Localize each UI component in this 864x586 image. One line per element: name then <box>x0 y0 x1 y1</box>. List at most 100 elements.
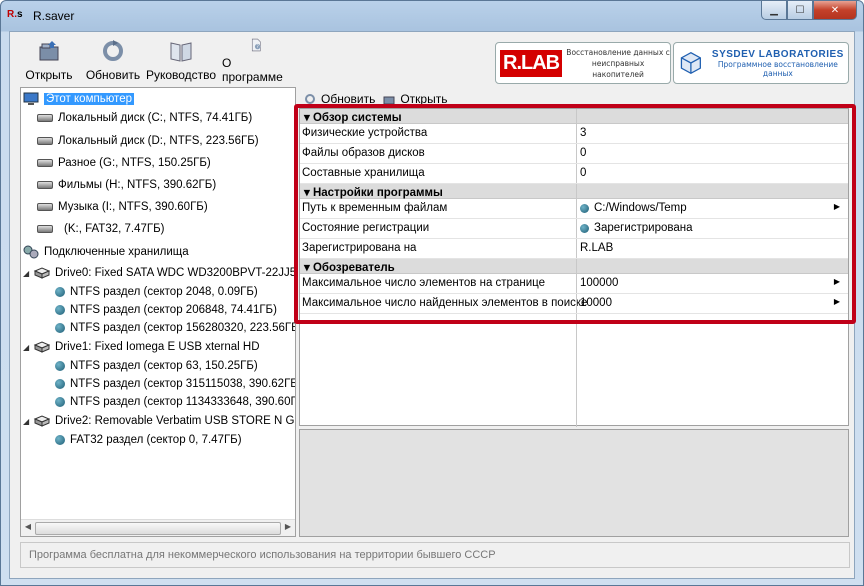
property-row[interactable]: Зарегистрирована на R.LAB <box>300 239 848 259</box>
app-logo-icon: R.s <box>7 9 29 23</box>
svg-text:?: ? <box>257 44 259 50</box>
app-logo-tail: s <box>17 9 23 20</box>
window-controls: ▁ ☐ ✕ <box>761 1 857 21</box>
title-bar[interactable]: R.s R.saver ▁ ☐ ✕ <box>1 1 863 31</box>
tree-item-volume[interactable]: Музыка (I:, NTFS, 390.60ГБ) <box>37 198 208 216</box>
tree-item-volume[interactable]: Локальный диск (C:, NTFS, 74.41ГБ) <box>37 109 252 127</box>
tree-horizontal-scrollbar[interactable]: ◀ ▶ <box>21 519 295 536</box>
minimize-button[interactable]: ▁ <box>761 1 787 20</box>
partition-icon <box>55 305 65 315</box>
tree-item-volume[interactable]: Разное (G:, NTFS, 150.25ГБ) <box>37 154 211 172</box>
property-row[interactable]: Максимальное число найденных элементов в… <box>300 294 848 314</box>
panel-refresh-label: Обновить <box>321 92 376 106</box>
sysdev-subtitle: Программное восстановление данных <box>717 59 838 78</box>
tree-item-partition[interactable]: NTFS раздел (сектор 63, 150.25ГБ) <box>55 357 258 375</box>
tree-item-drive[interactable]: ◢ Drive0: Fixed SATA WDC WD3200BPVT-22JJ… <box>23 264 296 282</box>
property-row[interactable]: Максимальное число элементов на странице… <box>300 274 848 294</box>
panel-refresh-button[interactable]: Обновить <box>304 92 375 106</box>
sysdev-title: SYSDEV LABORATORIES <box>711 48 844 60</box>
rlab-text: Восстановление данных с неисправных нако… <box>566 47 670 80</box>
status-dot-icon <box>580 223 589 233</box>
property-row[interactable]: Путь к временным файлам C:/Windows/Temp ▶ <box>300 199 848 219</box>
tree-item-drive[interactable]: ◢ Drive2: Removable Verbatim USB STORE N… <box>23 412 296 430</box>
tree-item-label: Drive0: Fixed SATA WDC WD3200BPVT-22JJ5T… <box>55 267 296 279</box>
tree-item-volume[interactable]: (K:, FAT32, 7.47ГБ) <box>37 220 165 238</box>
property-row[interactable]: Физические устройства 3 <box>300 124 848 144</box>
tree-item-connected-storage[interactable]: Подключенные хранилища <box>23 243 189 261</box>
partition-icon <box>55 435 65 445</box>
tree-item-volume[interactable]: Фильмы (H:, NTFS, 390.62ГБ) <box>37 176 216 194</box>
tree-item-partition[interactable]: NTFS раздел (сектор 206848, 74.41ГБ) <box>55 301 277 319</box>
tree-item-partition[interactable]: NTFS раздел (сектор 315115038, 390.62ГБ) <box>55 375 295 393</box>
category-system-overview[interactable]: ▾ Обзор системы <box>300 109 848 124</box>
app-window: R.s R.saver ▁ ☐ ✕ Открыть Обновить Руков… <box>0 0 864 586</box>
expand-arrow-icon[interactable]: ▶ <box>834 277 840 286</box>
device-tree[interactable]: Этот компьютер Локальный диск (C:, NTFS,… <box>20 87 296 537</box>
property-value: 3 <box>580 127 587 139</box>
disk-icon <box>37 203 53 211</box>
hard-drive-icon <box>33 267 50 279</box>
property-row[interactable]: Составные хранилища 0 <box>300 164 848 184</box>
manual-button[interactable]: Руководство <box>146 38 216 84</box>
refresh-icon <box>305 94 315 104</box>
tree-item-this-computer[interactable]: Этот компьютер <box>23 90 134 108</box>
property-grid[interactable]: ▾ Обзор системы Физические устройства 3 Ф… <box>299 108 849 427</box>
refresh-button[interactable]: Обновить <box>85 38 141 84</box>
rlab-logo-rest: LAB <box>521 51 560 74</box>
tree-item-partition[interactable]: FAT32 раздел (сектор 0, 7.47ГБ) <box>55 431 242 449</box>
tree-item-drive[interactable]: ◢ Drive1: Fixed Iomega E USB xternal HD <box>23 338 260 356</box>
open-button-label: Открыть <box>25 68 73 82</box>
refresh-icon <box>103 40 123 61</box>
tree-item-partition[interactable]: NTFS раздел (сектор 1134333648, 390.60ГБ… <box>55 393 295 411</box>
partition-icon <box>55 323 65 333</box>
property-row[interactable]: Файлы образов дисков 0 <box>300 144 848 164</box>
scroll-thumb[interactable] <box>35 522 281 535</box>
scroll-left-icon[interactable]: ◀ <box>21 522 35 534</box>
property-value: R.LAB <box>580 242 614 254</box>
tree-item-partition[interactable]: NTFS раздел (сектор 2048, 0.09ГБ) <box>55 283 258 301</box>
about-document-icon: ? <box>251 38 261 52</box>
property-name: Максимальное число элементов на странице <box>302 277 545 289</box>
disk-icon <box>37 225 53 233</box>
property-value-text: C:/Windows/Temp <box>594 202 687 214</box>
panel-open-label: Открыть <box>400 92 448 106</box>
property-value: C:/Windows/Temp <box>580 202 687 214</box>
panel-open-button[interactable]: Открыть <box>383 92 447 106</box>
property-name: Физические устройства <box>302 127 428 139</box>
tree-item-partition[interactable]: NTFS раздел (сектор 156280320, 223.56ГБ) <box>55 319 295 337</box>
open-folder-icon <box>39 41 59 61</box>
refresh-button-label: Обновить <box>85 68 141 82</box>
open-button[interactable]: Открыть <box>24 38 74 84</box>
sysdev-banner[interactable]: SYSDEV LABORATORIES Программное восстано… <box>673 42 849 84</box>
property-value: 0 <box>580 147 587 159</box>
maximize-button[interactable]: ☐ <box>787 1 813 20</box>
disk-icon <box>37 181 53 189</box>
property-name: Составные хранилища <box>302 167 425 179</box>
sysdev-text: SYSDEV LABORATORIES Программное восстано… <box>708 49 848 78</box>
expand-arrow-icon[interactable]: ▶ <box>834 297 840 306</box>
status-bar: Программа бесплатна для некоммерческого … <box>20 542 850 568</box>
about-button[interactable]: ? О программе <box>222 38 290 84</box>
category-program-settings[interactable]: ▾ Настройки программы <box>300 184 848 199</box>
close-button[interactable]: ✕ <box>813 1 857 20</box>
expand-arrow-icon[interactable]: ◢ <box>23 343 33 352</box>
tree-item-label: Drive2: Removable Verbatim USB STORE N G… <box>55 415 296 427</box>
tree-item-label: NTFS раздел (сектор 206848, 74.41ГБ) <box>70 304 277 316</box>
expand-arrow-icon[interactable]: ◢ <box>23 269 33 278</box>
partition-icon <box>55 397 65 407</box>
property-value: 10000 <box>580 297 612 309</box>
hard-drive-icon <box>33 341 50 353</box>
book-icon <box>170 42 192 62</box>
manual-button-label: Руководство <box>145 68 217 82</box>
expand-arrow-icon[interactable]: ▶ <box>834 202 840 211</box>
property-rows: ▾ Обзор системы Физические устройства 3 Ф… <box>300 109 848 314</box>
property-row[interactable]: Состояние регистрации Зарегистрирована <box>300 219 848 239</box>
category-label: ▾ Обозреватель <box>304 262 395 274</box>
tree-item-volume[interactable]: Локальный диск (D:, NTFS, 223.56ГБ) <box>37 132 259 150</box>
panel-toolbar: Обновить Открыть <box>304 90 455 108</box>
app-logo-main: R. <box>7 9 17 20</box>
rlab-banner[interactable]: R.LAB Восстановление данных с неисправны… <box>495 42 671 84</box>
expand-arrow-icon[interactable]: ◢ <box>23 417 33 426</box>
category-browser[interactable]: ▾ Обозреватель <box>300 259 848 274</box>
scroll-right-icon[interactable]: ▶ <box>281 522 295 534</box>
